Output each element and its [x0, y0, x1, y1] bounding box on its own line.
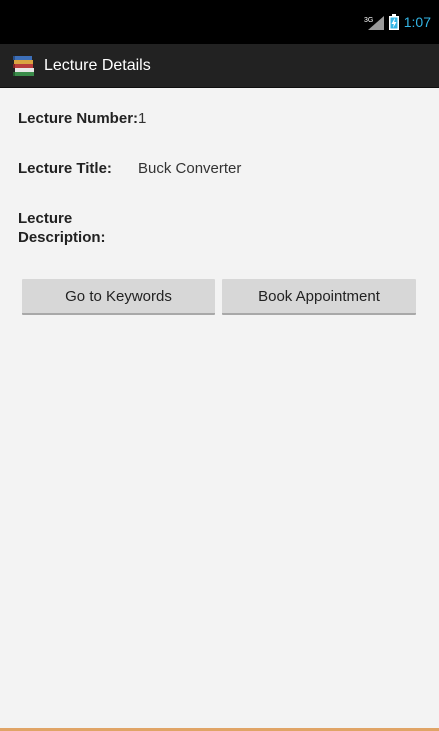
- signal-icon: 3G: [364, 16, 384, 30]
- lecture-description-label-line2: Description:: [18, 229, 106, 246]
- lecture-number-value: 1: [138, 110, 147, 127]
- lecture-title-value: Buck Converter: [138, 160, 242, 177]
- battery-charging-icon: [388, 14, 399, 30]
- books-icon[interactable]: [12, 54, 36, 78]
- screen-title: Lecture Details: [44, 57, 151, 74]
- lecture-title-label: Lecture Title:: [18, 160, 112, 177]
- lecture-details-content: Lecture Number: 1 Lecture Title: Buck Co…: [0, 88, 439, 728]
- network-type-label: 3G: [364, 17, 373, 24]
- status-icons: 3G 1:07: [364, 12, 431, 32]
- lecture-number-label: Lecture Number:: [18, 110, 139, 127]
- lecture-description-label-line1: Lecture: [18, 210, 73, 227]
- go-to-keywords-button[interactable]: Go to Keywords: [22, 279, 215, 315]
- action-bar: Lecture Details: [0, 44, 439, 88]
- book-appointment-button[interactable]: Book Appointment: [222, 279, 416, 315]
- status-time: 1:07: [403, 14, 431, 30]
- status-bar: 3G 1:07: [0, 0, 439, 44]
